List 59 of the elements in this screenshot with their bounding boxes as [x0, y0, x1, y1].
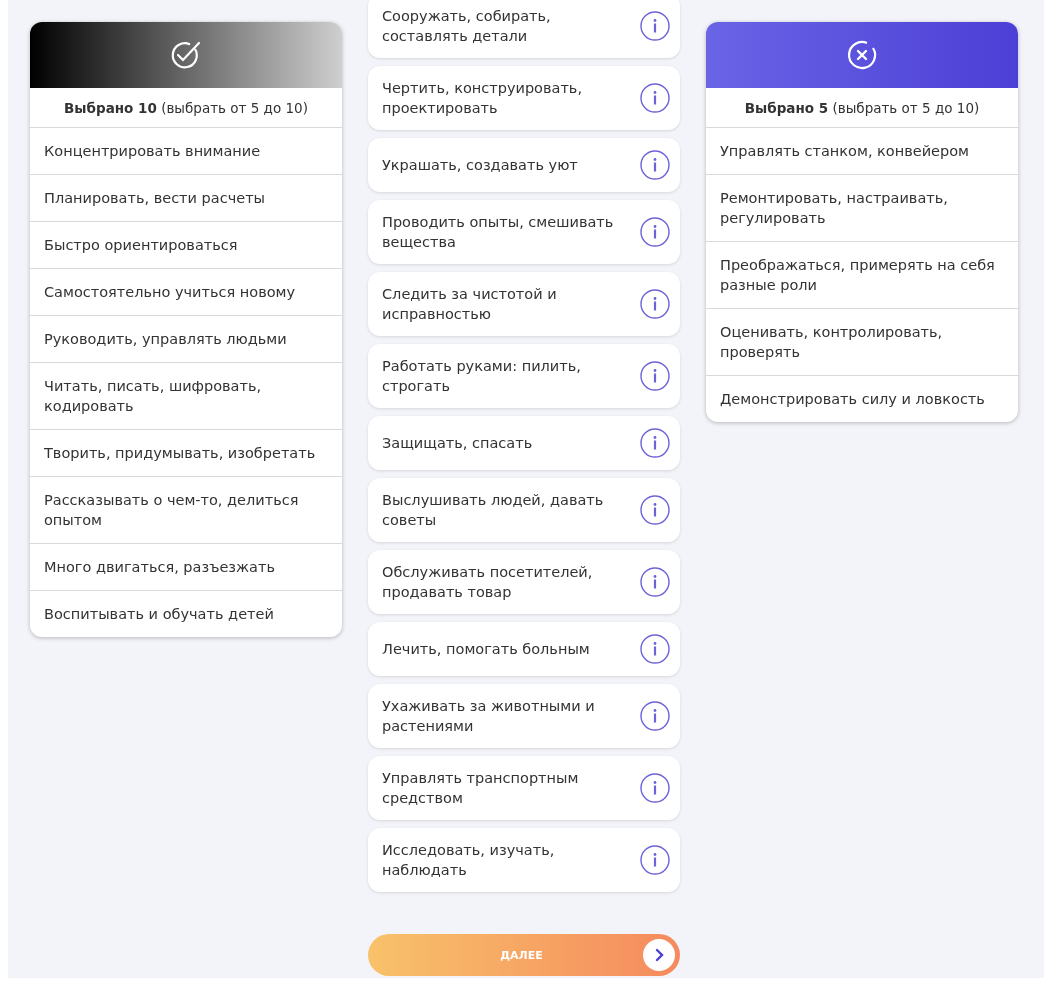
info-icon[interactable] — [640, 701, 670, 731]
option-card[interactable]: Украшать, создавать уют — [368, 138, 680, 192]
option-label: Проводить опыты, смешивать вещества — [382, 213, 615, 252]
option-card[interactable]: Управлять транспортным средством — [368, 756, 680, 820]
option-card[interactable]: Исследовать, изучать, наблюдать — [368, 828, 680, 892]
option-card[interactable]: Следить за чистотой и исправностью — [368, 272, 680, 336]
option-card[interactable]: Лечить, помогать больным — [368, 622, 680, 676]
list-item[interactable]: Концентрировать внимание — [30, 128, 342, 175]
list-item[interactable]: Быстро ориентироваться — [30, 222, 342, 269]
info-icon[interactable] — [640, 495, 670, 525]
list-item[interactable]: Самостоятельно учиться новому — [30, 269, 342, 316]
option-label: Лечить, помогать больным — [382, 640, 591, 659]
info-icon[interactable] — [640, 150, 670, 180]
info-icon[interactable] — [640, 567, 670, 597]
info-icon[interactable] — [640, 634, 670, 664]
info-icon[interactable] — [640, 289, 670, 319]
option-label: Украшать, создавать уют — [382, 156, 579, 175]
option-card[interactable]: Защищать, спасать — [368, 416, 680, 470]
info-icon[interactable] — [640, 845, 670, 875]
info-icon[interactable] — [640, 217, 670, 247]
list-item[interactable]: Руководить, управлять людьми — [30, 316, 342, 363]
list-item[interactable]: Творить, придумывать, изобретать — [30, 430, 342, 477]
check-circle-icon — [169, 40, 203, 70]
option-card[interactable]: Чертить, конструировать, проектировать — [368, 66, 680, 130]
close-circle-icon — [845, 38, 879, 72]
chevron-right-icon — [643, 939, 675, 971]
selection-count: Выбрано 5 (выбрать от 5 до 10) — [744, 99, 980, 116]
info-icon[interactable] — [640, 361, 670, 391]
option-card[interactable]: Обслуживать посетителей, продавать товар — [368, 550, 680, 614]
option-label: Чертить, конструировать, проектировать — [382, 79, 583, 118]
option-card[interactable]: Сооружать, собирать, составлять детали — [368, 0, 680, 58]
option-label: Защищать, спасать — [382, 434, 534, 453]
list-item[interactable]: Читать, писать, шифровать, кодировать — [30, 363, 342, 430]
list-item[interactable]: Планировать, вести расчеты — [30, 175, 342, 222]
option-card[interactable]: Работать руками: пилить, строгать — [368, 344, 680, 408]
option-label: Ухаживать за животными и растениями — [382, 697, 596, 736]
option-card[interactable]: Выслушивать людей, давать советы — [368, 478, 680, 542]
option-label: Сооружать, собирать, составлять детали — [382, 7, 552, 46]
list-item[interactable]: Рассказывать о чем-то, делиться опытом — [30, 477, 342, 544]
option-card[interactable]: Проводить опыты, смешивать вещества — [368, 200, 680, 264]
option-label: Управлять транспортным средством — [382, 769, 580, 808]
list-item[interactable]: Ремонтировать, настраивать, регулировать — [706, 175, 1018, 242]
list-item[interactable]: Воспитывать и обучать детей — [30, 591, 342, 637]
list-item[interactable]: Оценивать, контролировать, проверять — [706, 309, 1018, 376]
info-icon[interactable] — [640, 428, 670, 458]
selection-count: Выбрано 10 (выбрать от 5 до 10) — [64, 99, 308, 116]
info-icon[interactable] — [640, 11, 670, 41]
info-icon[interactable] — [640, 773, 670, 803]
list-item[interactable]: Преображаться, примерять на себя разные роли — [706, 242, 1018, 309]
option-label: Обслуживать посетителей, продавать товар — [382, 563, 594, 602]
option-label: Следить за чистотой и исправностью — [382, 285, 558, 324]
option-card[interactable]: Ухаживать за животными и растениями — [368, 684, 680, 748]
list-item[interactable]: Много двигаться, разъезжать — [30, 544, 342, 591]
option-label: Исследовать, изучать, наблюдать — [382, 841, 556, 880]
info-icon[interactable] — [640, 83, 670, 113]
list-item[interactable]: Демонстрировать силу и ловкость — [706, 376, 1018, 422]
option-label: Выслушивать людей, давать советы — [382, 491, 605, 530]
list-item[interactable]: Управлять станком, конвейером — [706, 128, 1018, 175]
option-label: Работать руками: пилить, строгать — [382, 357, 582, 396]
